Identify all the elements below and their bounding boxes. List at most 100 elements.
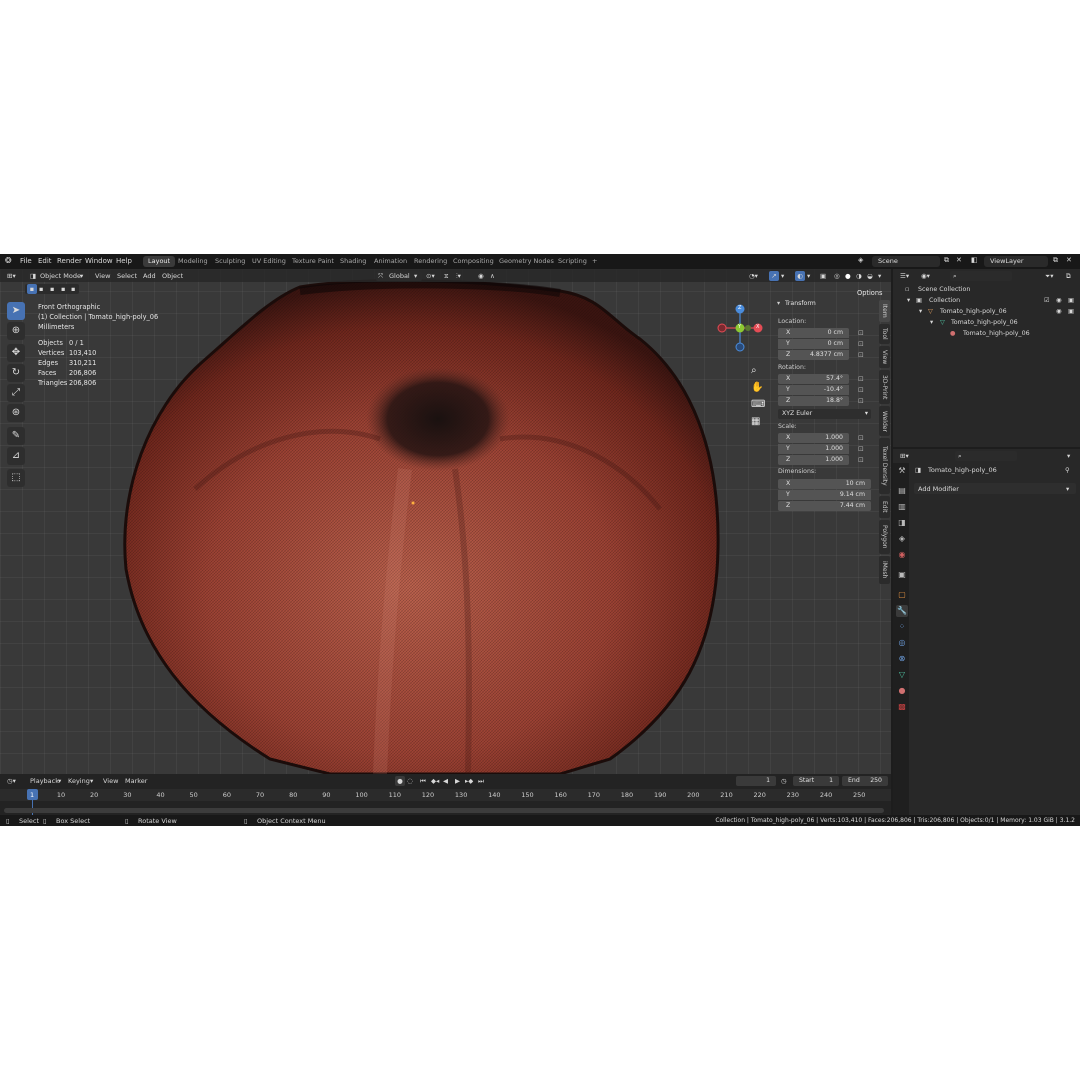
tool-properties-icon[interactable]: ⚒ [896, 465, 908, 477]
tab-animation[interactable]: Animation [369, 256, 412, 267]
solid-shading-icon[interactable]: ● [845, 271, 851, 281]
outliner-row-mesh[interactable]: ▾ ▽ Tomato_high-poly_06 [893, 317, 1080, 328]
checkbox-icon[interactable]: ☑ [1044, 295, 1050, 306]
new-view-layer-icon[interactable]: ⧉ [1053, 256, 1058, 265]
rotation-mode-dropdown[interactable]: XYZ Euler ▾ [778, 409, 871, 419]
snap-target-icon[interactable]: ⫶▾ [456, 271, 461, 281]
wireframe-shading-icon[interactable]: ◎ [834, 271, 840, 281]
location-y-field[interactable]: Y0 cm [778, 339, 849, 349]
render-properties-icon[interactable]: ▤ [896, 485, 908, 497]
tab-welder[interactable]: Welder [879, 406, 890, 436]
xray-toggle-icon[interactable]: ▣ [820, 271, 826, 281]
rotate-tool-icon[interactable]: ↻ [7, 364, 25, 382]
menu-render[interactable]: Render [57, 257, 82, 265]
tab-edit[interactable]: Edit [879, 496, 890, 518]
tab-texel-density[interactable]: Texel Density [879, 438, 890, 494]
tab-compositing[interactable]: Compositing [448, 256, 499, 267]
tab-modeling[interactable]: Modeling [173, 256, 213, 267]
object-properties-icon[interactable]: ▢ [896, 589, 908, 601]
menu-keying[interactable]: Keying [68, 776, 90, 786]
tab-layout[interactable]: Layout [143, 256, 176, 267]
dimensions-y-field[interactable]: Y 9.14 cm [778, 490, 871, 500]
gizmo-toggle-icon[interactable]: ↗ [769, 271, 779, 281]
eye-icon[interactable]: ◉ [1056, 306, 1062, 317]
clock-icon[interactable]: ◷▾ [7, 776, 16, 786]
camera-render-icon[interactable]: ▣ [1068, 295, 1074, 306]
delete-view-layer-icon[interactable]: ✕ [1066, 256, 1072, 264]
end-frame-field[interactable]: End 250 [842, 776, 888, 786]
transform-orientation-selector[interactable]: ⤧ Global ▾ [376, 271, 422, 281]
output-properties-icon[interactable]: ▥ [896, 501, 908, 513]
select-subtract-icon[interactable]: ▪ [50, 284, 54, 294]
dimensions-z-field[interactable]: Z 7.44 cm [778, 501, 871, 511]
editor-type-icon[interactable]: ☰▾ [900, 271, 909, 281]
annotate-tool-icon[interactable]: ✎ [7, 427, 25, 445]
rendered-shading-icon[interactable]: ◒ [867, 271, 873, 281]
material-shading-icon[interactable]: ◑ [856, 271, 862, 281]
particle-properties-icon[interactable]: ⁘ [896, 621, 908, 633]
tab-texture-paint[interactable]: Texture Paint [287, 256, 339, 267]
new-collection-icon[interactable]: ⧉ [1066, 271, 1071, 281]
record-icon[interactable]: ● [395, 776, 405, 786]
zoom-icon[interactable]: ⌕ [751, 365, 757, 376]
menu-playback[interactable]: Playback [30, 776, 59, 786]
constraint-properties-icon[interactable]: ⊗ [896, 653, 908, 665]
current-frame-field[interactable]: 1 [736, 776, 776, 786]
scale-tool-icon[interactable]: ⤢ [7, 384, 25, 402]
pivot-point-icon[interactable]: ⊙▾ [426, 271, 435, 281]
cursor-tool-icon[interactable]: ⊕ [7, 322, 25, 340]
tab-item[interactable]: Item [879, 300, 890, 322]
outliner-row-object[interactable]: ▾ ▽ Tomato_high-poly_06 ◉ ▣ [893, 306, 1080, 317]
dimensions-x-field[interactable]: X 10 cm [778, 479, 871, 489]
gizmo-dropdown-icon[interactable]: ▾ [781, 271, 784, 281]
outliner-search-input[interactable]: ⌕ [950, 271, 1012, 281]
lock-icon[interactable]: ⊡ [858, 445, 866, 453]
outliner-row-collection[interactable]: ▾ ▣ Collection ☑ ◉ ▣ [893, 295, 1080, 306]
expand-arrow-icon[interactable]: ▾ [907, 295, 910, 306]
visibility-icon[interactable]: ◔▾ [749, 271, 758, 281]
menu-edit[interactable]: Edit [38, 257, 52, 265]
location-x-field[interactable]: X0 cm [778, 328, 849, 338]
scene-properties-icon[interactable]: ◈ [896, 533, 908, 545]
modifier-properties-icon[interactable]: 🔧 [896, 605, 908, 617]
material-properties-icon[interactable]: ● [896, 685, 908, 697]
tab-sculpting[interactable]: Sculpting [210, 256, 250, 267]
options-button[interactable]: Options [857, 289, 882, 297]
scene-icon[interactable]: ◈ [858, 256, 863, 264]
add-workspace-button[interactable]: + [587, 256, 602, 267]
properties-search-input[interactable]: ⌕ [955, 451, 1017, 461]
lock-icon[interactable]: ⊡ [858, 340, 866, 348]
menu-select[interactable]: Select [117, 271, 137, 281]
display-mode-icon[interactable]: ◉▾ [921, 271, 930, 281]
proportional-edit-icon[interactable]: ◉ [478, 271, 484, 281]
tab-view[interactable]: View [879, 346, 890, 368]
tab-rendering[interactable]: Rendering [409, 256, 452, 267]
lock-icon[interactable]: ⊡ [858, 434, 866, 442]
location-z-field[interactable]: Z 4.8377 cm [778, 350, 849, 360]
prev-keyframe-icon[interactable]: ◆◂ [431, 776, 439, 786]
world-properties-icon[interactable]: ◉ [896, 549, 908, 561]
play-icon[interactable]: ▶ [455, 776, 460, 786]
overlay-toggle-icon[interactable]: ◐ [795, 271, 805, 281]
tab-polygon[interactable]: Polygon [879, 520, 890, 554]
editor-type-icon[interactable]: ⊞▾ [7, 271, 16, 281]
lock-icon[interactable]: ⊡ [858, 397, 866, 405]
eye-icon[interactable]: ◉ [1056, 295, 1062, 306]
tab-imesh[interactable]: iMesh [879, 556, 890, 584]
menu-file[interactable]: File [20, 257, 32, 265]
data-properties-icon[interactable]: ▽ [896, 669, 908, 681]
outliner-row-material[interactable]: ● Tomato_high-poly_06 [893, 328, 1080, 339]
view-layer-selector[interactable]: ViewLayer [984, 256, 1048, 267]
measure-tool-icon[interactable]: ⊿ [7, 447, 25, 465]
lock-icon[interactable]: ⊡ [858, 456, 866, 464]
rotation-y-field[interactable]: Y -10.4° [778, 385, 849, 395]
camera-render-icon[interactable]: ▣ [1068, 306, 1074, 317]
view-layer-icon[interactable]: ◧ [971, 256, 978, 264]
pin-icon[interactable]: ⚲ [1065, 465, 1070, 475]
texture-properties-icon[interactable]: ▩ [896, 701, 908, 713]
tab-shading[interactable]: Shading [335, 256, 371, 267]
move-tool-icon[interactable]: ✥ [7, 344, 25, 362]
menu-marker[interactable]: Marker [125, 776, 147, 786]
add-modifier-dropdown[interactable]: Add Modifier ▾ [914, 483, 1076, 494]
lock-icon[interactable]: ⊡ [858, 329, 866, 337]
